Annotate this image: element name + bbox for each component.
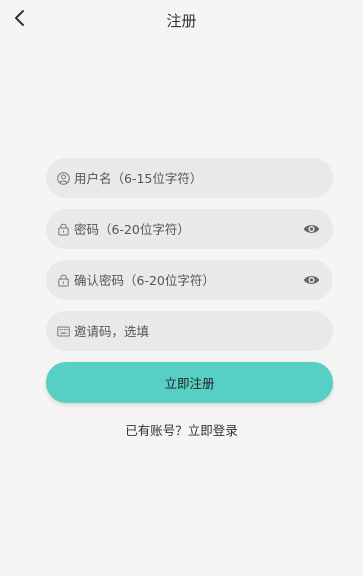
invite-code-field[interactable] [46, 311, 333, 351]
lock-icon [56, 222, 70, 236]
register-page: 注册 用户名（6-15位字符） 邀请码，选填 立即注册 已有账号？立即登录 [0, 0, 363, 576]
page-title: 注册 [166, 12, 197, 30]
password-field[interactable] [46, 209, 333, 249]
register-button[interactable]: 立即注册 [46, 362, 333, 403]
login-link[interactable]: 已有账号？立即登录 [0, 420, 363, 439]
eye-icon[interactable] [301, 219, 321, 239]
user-icon [56, 171, 70, 185]
header: 注册 [0, 0, 363, 44]
password-input[interactable] [74, 209, 301, 249]
confirm-password-field[interactable] [46, 260, 333, 300]
lock-icon [56, 273, 70, 287]
keyboard-icon [56, 324, 70, 338]
username-field[interactable] [46, 158, 333, 198]
username-input[interactable] [74, 158, 321, 198]
invite-code-input[interactable] [74, 311, 321, 351]
eye-icon[interactable] [301, 270, 321, 290]
register-form: 立即注册 [46, 158, 333, 403]
confirm-password-input[interactable] [74, 260, 301, 300]
